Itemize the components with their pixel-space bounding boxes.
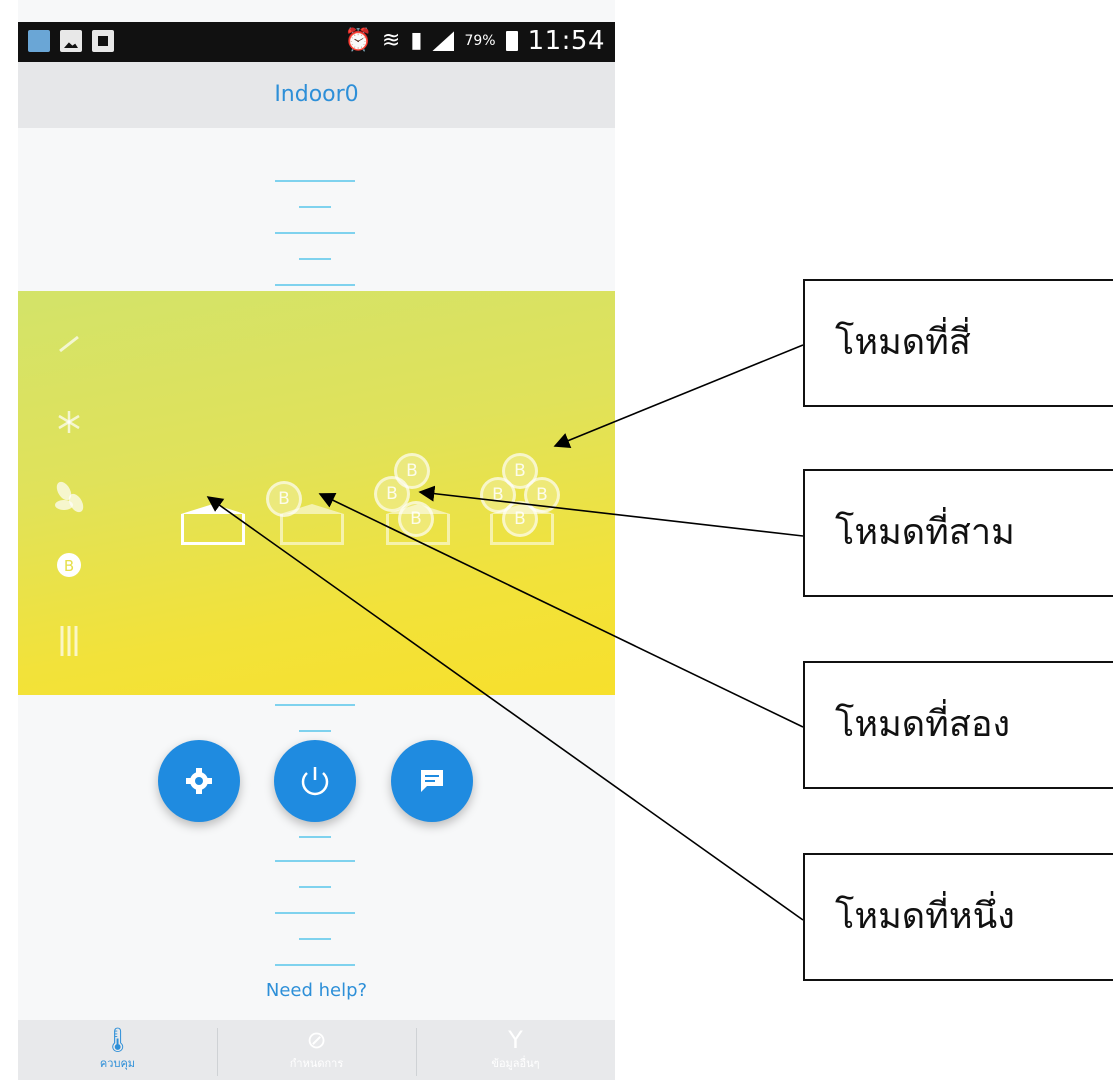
arrow-mode2 [318, 493, 804, 728]
callout-mode-4: โหมดที่สี่ [803, 279, 1113, 407]
callout-mode-1: โหมดที่หนึ่ง [803, 853, 1113, 981]
arrow-mode3 [418, 485, 804, 537]
callout-mode-3: โหมดที่สาม [803, 469, 1113, 597]
arrow-mode4 [553, 344, 804, 448]
arrow-mode1 [206, 496, 804, 921]
callout-mode-2: โหมดที่สอง [803, 661, 1113, 789]
